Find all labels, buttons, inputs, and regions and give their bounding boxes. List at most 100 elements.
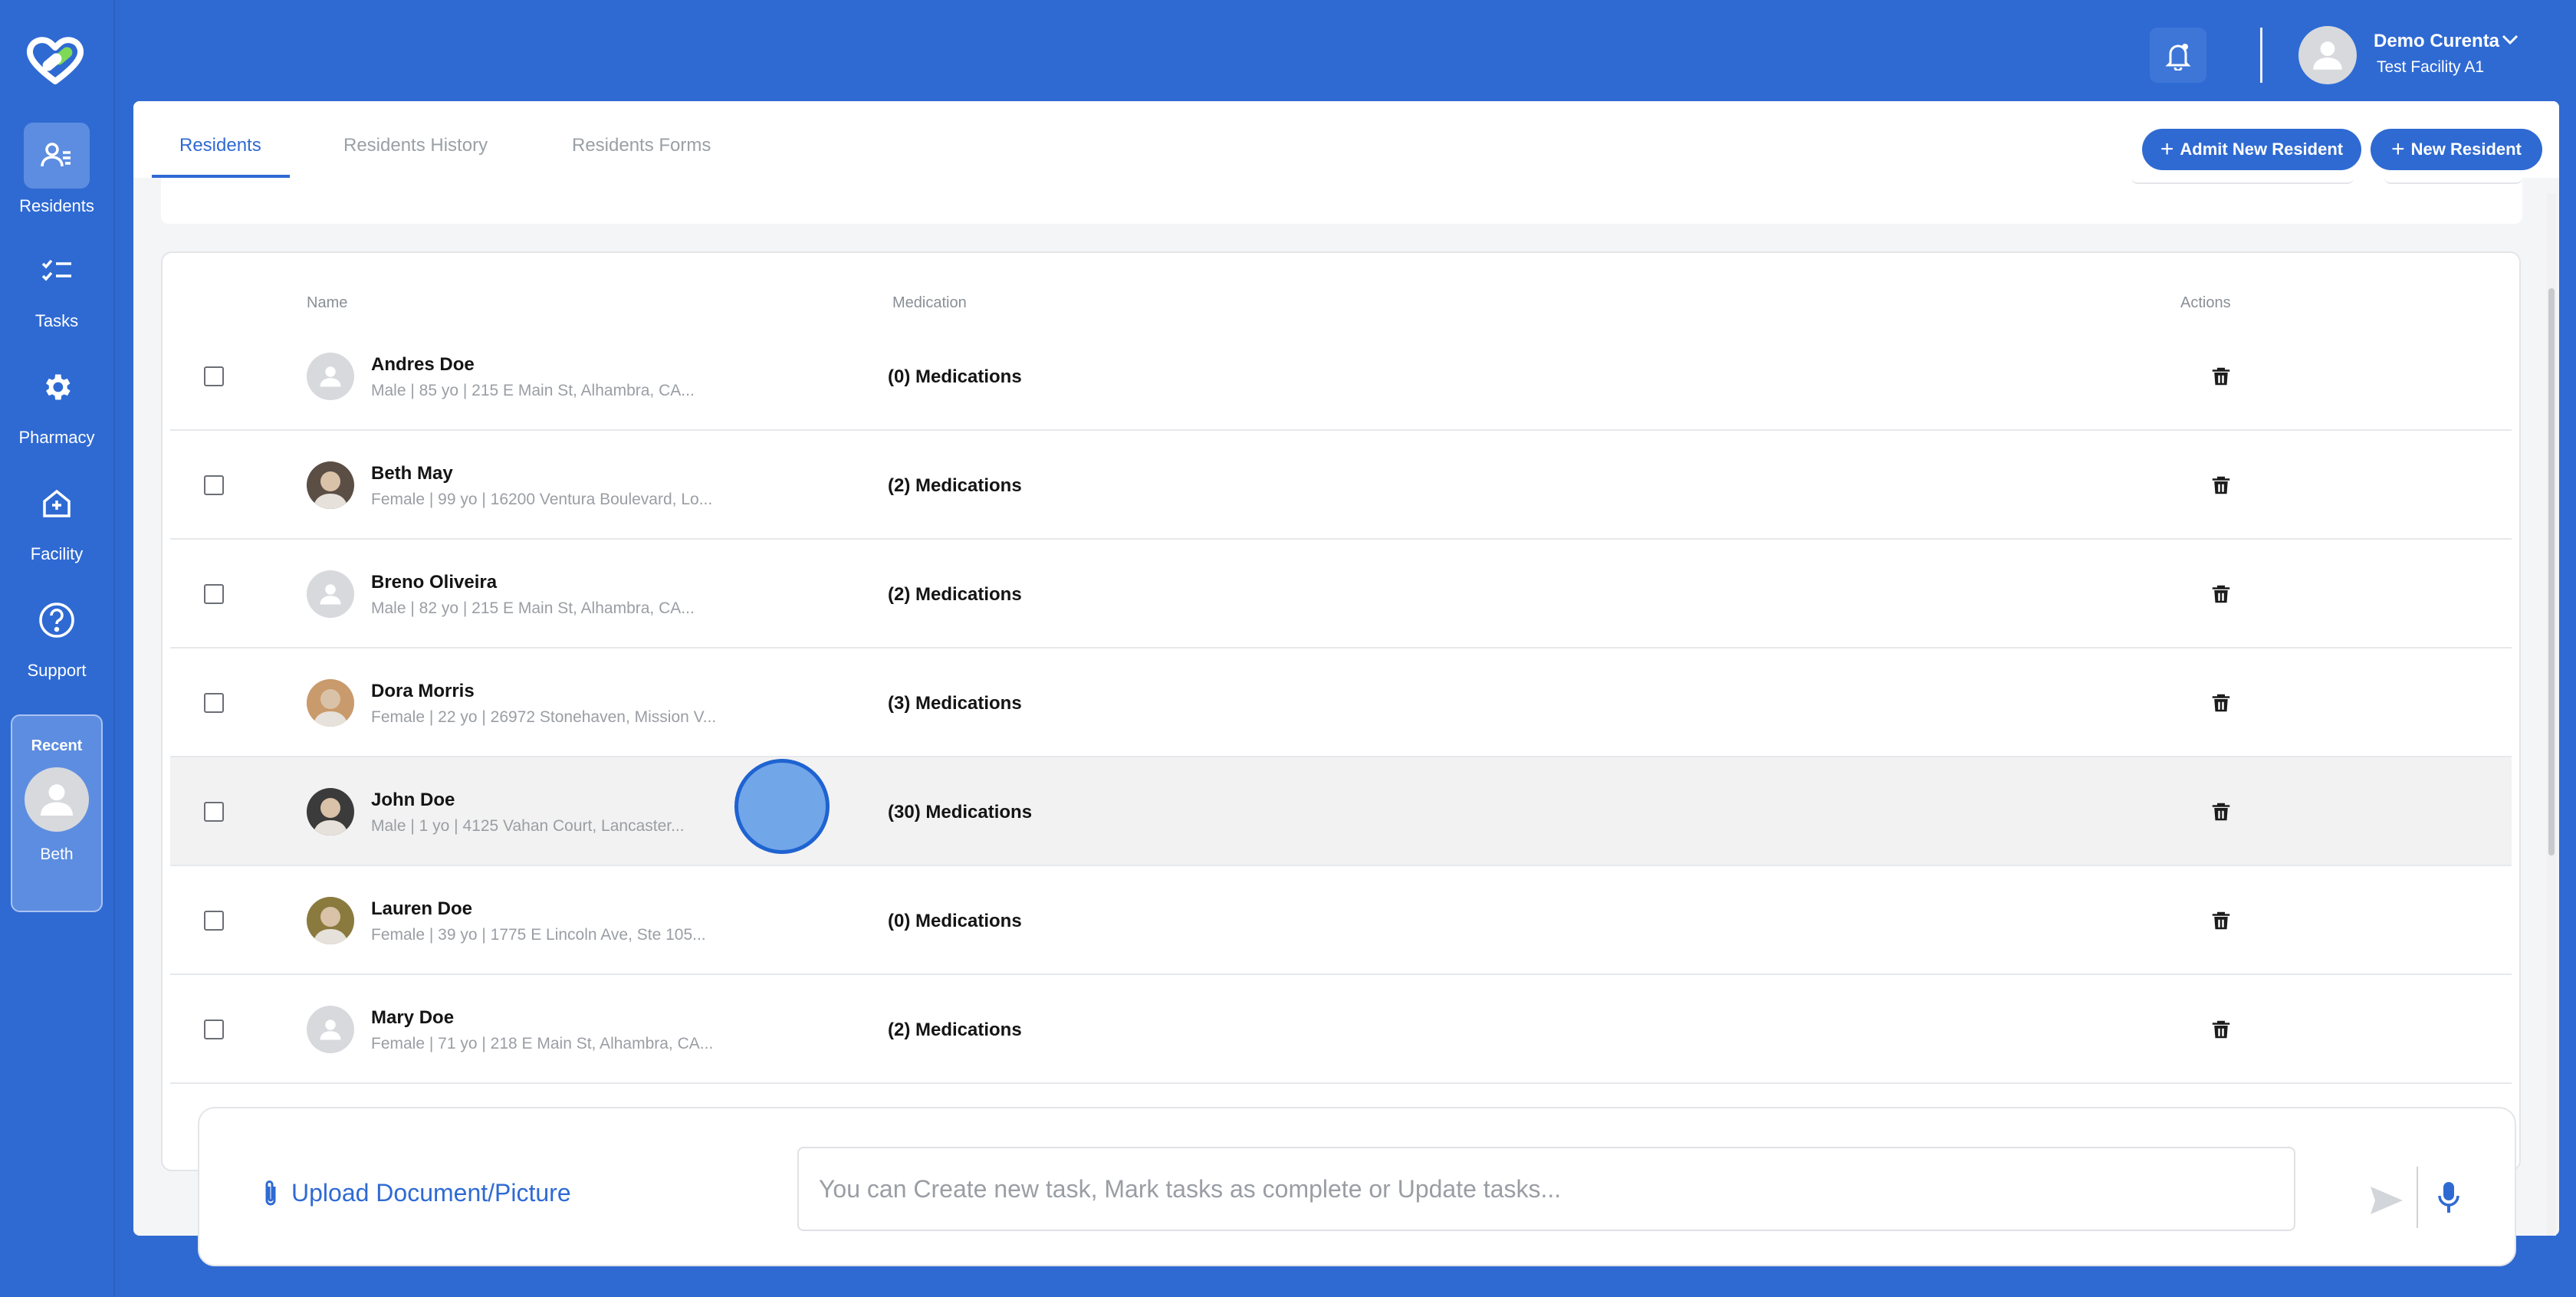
column-header-medication: Medication xyxy=(892,294,967,311)
resident-name[interactable]: Beth May xyxy=(371,463,453,484)
trash-icon[interactable] xyxy=(2210,474,2233,497)
sidebar: Residents Tasks Pharmacy Facility Suppor… xyxy=(0,0,115,1297)
new-resident-button[interactable]: + New Resident xyxy=(2371,129,2542,170)
facility-name: Test Facility A1 xyxy=(2377,58,2485,76)
resident-info: Male | 1 yo | 4125 Vahan Court, Lancaste… xyxy=(371,817,685,835)
send-icon[interactable] xyxy=(2369,1185,2404,1216)
row-checkbox[interactable] xyxy=(204,475,224,495)
sidebar-item-support[interactable]: Support xyxy=(0,587,113,687)
table-row[interactable]: Breno Oliveira Male | 82 yo | 215 E Main… xyxy=(170,540,2512,648)
avatar xyxy=(307,461,354,509)
user-name[interactable]: Demo Curenta xyxy=(2374,31,2499,52)
sidebar-item-label: Support xyxy=(27,661,87,680)
recent-title: Recent xyxy=(31,737,83,754)
upload-label: Upload Document/Picture xyxy=(291,1178,571,1207)
chevron-down-icon[interactable] xyxy=(2501,32,2519,46)
scrollbar-thumb[interactable] xyxy=(2548,288,2555,855)
residents-icon xyxy=(24,123,90,189)
trash-icon[interactable] xyxy=(2210,1018,2233,1041)
gear-icon xyxy=(24,354,90,420)
medications-count[interactable]: (0) Medications xyxy=(888,911,1022,932)
avatar xyxy=(307,353,354,400)
main-panel: Residents Residents History Residents Fo… xyxy=(133,101,2559,1236)
resident-name[interactable]: Dora Morris xyxy=(371,681,475,702)
button-label: Admit New Resident xyxy=(2180,140,2344,159)
avatar xyxy=(307,1006,354,1053)
resident-name[interactable]: Andres Doe xyxy=(371,354,475,376)
trash-icon[interactable] xyxy=(2210,583,2233,606)
microphone-icon[interactable] xyxy=(2436,1180,2461,1214)
tasks-icon xyxy=(24,238,90,304)
trash-icon[interactable] xyxy=(2210,909,2233,932)
column-header-actions: Actions xyxy=(2180,294,2231,311)
resident-name[interactable]: Breno Oliveira xyxy=(371,572,497,593)
sidebar-item-label: Facility xyxy=(30,544,84,563)
resident-info: Female | 39 yo | 1775 E Lincoln Ave, Ste… xyxy=(371,926,706,944)
medications-count[interactable]: (30) Medications xyxy=(888,802,1032,823)
sidebar-item-tasks[interactable]: Tasks xyxy=(0,238,113,337)
row-checkbox[interactable] xyxy=(204,584,224,604)
sidebar-item-facility[interactable]: Facility xyxy=(0,471,113,570)
filter-control[interactable] xyxy=(2384,178,2522,184)
bell-icon xyxy=(2165,44,2191,71)
resident-info: Female | 22 yo | 26972 Stonehaven, Missi… xyxy=(371,708,717,726)
divider xyxy=(2260,28,2262,83)
sidebar-item-label: Tasks xyxy=(34,311,79,330)
avatar xyxy=(307,788,354,836)
avatar xyxy=(307,679,354,727)
residents-table: Name Medication Actions Andres Doe Male … xyxy=(161,251,2521,1171)
column-header-name[interactable]: Name xyxy=(307,294,347,312)
resident-name[interactable]: John Doe xyxy=(371,790,455,811)
medications-count[interactable]: (0) Medications xyxy=(888,366,1022,388)
button-label: New Resident xyxy=(2410,140,2522,159)
admit-new-resident-button[interactable]: + Admit New Resident xyxy=(2142,129,2361,170)
tab-bar: Residents Residents History Residents Fo… xyxy=(133,101,2559,178)
trash-icon[interactable] xyxy=(2210,800,2233,823)
sidebar-item-label: Residents xyxy=(19,196,94,215)
avatar[interactable] xyxy=(2298,26,2357,84)
sidebar-item-label: Pharmacy xyxy=(18,428,95,447)
trash-icon[interactable] xyxy=(2210,691,2233,714)
table-row[interactable]: John Doe Male | 1 yo | 4125 Vahan Court,… xyxy=(170,757,2512,866)
resident-name[interactable]: Lauren Doe xyxy=(371,898,472,920)
sidebar-item-pharmacy[interactable]: Pharmacy xyxy=(0,354,113,454)
task-composer: Upload Document/Picture xyxy=(198,1107,2516,1266)
tab-residents-history[interactable]: Residents History xyxy=(343,135,488,156)
medications-count[interactable]: (2) Medications xyxy=(888,475,1022,497)
table-row[interactable]: Dora Morris Female | 22 yo | 26972 Stone… xyxy=(170,648,2512,757)
row-checkbox[interactable] xyxy=(204,802,224,822)
paperclip-icon xyxy=(265,1180,276,1206)
medications-count[interactable]: (2) Medications xyxy=(888,584,1022,606)
table-row[interactable]: Beth May Female | 99 yo | 16200 Ventura … xyxy=(170,431,2512,540)
medications-count[interactable]: (2) Medications xyxy=(888,1020,1022,1041)
notifications-button[interactable] xyxy=(2150,28,2206,83)
task-input[interactable] xyxy=(797,1147,2295,1231)
resident-info: Female | 71 yo | 218 E Main St, Alhambra… xyxy=(371,1035,714,1052)
app-logo[interactable] xyxy=(25,34,86,87)
divider xyxy=(2417,1167,2418,1228)
avatar xyxy=(307,897,354,944)
recent-residents-panel[interactable]: Recent Beth xyxy=(11,714,103,912)
table-row[interactable]: Andres Doe Male | 85 yo | 215 E Main St,… xyxy=(170,322,2512,431)
upload-document-button[interactable]: Upload Document/Picture xyxy=(262,1177,571,1208)
row-checkbox[interactable] xyxy=(204,366,224,386)
tab-residents-forms[interactable]: Residents Forms xyxy=(572,135,711,156)
help-icon xyxy=(24,587,90,653)
tab-residents[interactable]: Residents xyxy=(179,135,261,156)
facility-icon xyxy=(24,471,90,537)
row-checkbox[interactable] xyxy=(204,1020,224,1039)
click-indicator xyxy=(734,759,830,854)
row-checkbox[interactable] xyxy=(204,911,224,931)
filter-control[interactable] xyxy=(2131,178,2354,184)
resident-info: Female | 99 yo | 16200 Ventura Boulevard… xyxy=(371,491,713,508)
avatar[interactable] xyxy=(25,767,89,832)
trash-icon[interactable] xyxy=(2210,365,2233,388)
sidebar-item-residents[interactable]: Residents xyxy=(0,123,113,222)
row-checkbox[interactable] xyxy=(204,693,224,713)
medications-count[interactable]: (3) Medications xyxy=(888,693,1022,714)
plus-icon: + xyxy=(2160,136,2174,162)
filter-strip xyxy=(161,178,2522,224)
table-row[interactable]: Lauren Doe Female | 39 yo | 1775 E Linco… xyxy=(170,866,2512,975)
table-row[interactable]: Mary Doe Female | 71 yo | 218 E Main St,… xyxy=(170,975,2512,1084)
resident-name[interactable]: Mary Doe xyxy=(371,1007,454,1029)
